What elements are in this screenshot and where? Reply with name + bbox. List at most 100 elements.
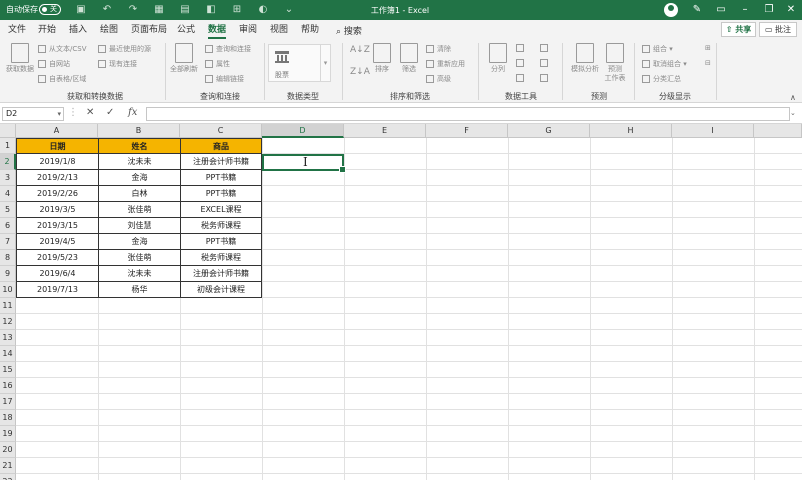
row-header-4[interactable]: 4 — [0, 186, 16, 202]
header-cell-date[interactable]: 日期 — [16, 138, 99, 154]
properties-button[interactable]: 属性 — [205, 59, 230, 69]
table-cell[interactable]: 杨华 — [98, 282, 181, 298]
row-header-15[interactable]: 15 — [0, 362, 16, 378]
flash-fill-button[interactable] — [516, 44, 527, 52]
row-header-7[interactable]: 7 — [0, 234, 16, 250]
collapse-ribbon-icon[interactable]: ∧ — [790, 93, 796, 102]
tab-file[interactable]: 文件 — [8, 23, 26, 37]
row-header-9[interactable]: 9 — [0, 266, 16, 282]
cancel-icon[interactable]: ✕ — [86, 107, 94, 118]
ungroup-button[interactable]: 取消组合 ▾ — [642, 59, 687, 69]
table-cell[interactable]: 沈未未 — [98, 154, 181, 170]
autosave-toggle[interactable]: 关 — [39, 4, 61, 15]
table-cell[interactable]: 2019/1/8 — [16, 154, 99, 170]
column-header-h[interactable]: H — [590, 124, 672, 138]
stocks-data-type[interactable]: 股票 ▾ — [268, 44, 331, 82]
tab-home[interactable]: 开始 — [38, 23, 56, 37]
advanced-button[interactable]: 高级 — [426, 74, 451, 84]
row-header-12[interactable]: 12 — [0, 314, 16, 330]
row-header-20[interactable]: 20 — [0, 442, 16, 458]
remove-duplicates-button[interactable] — [516, 59, 527, 67]
table-cell[interactable]: 沈未未 — [98, 266, 181, 282]
table-cell[interactable]: 刘佳慧 — [98, 218, 181, 234]
queries-connections-button[interactable]: 查询和连接 — [205, 44, 251, 54]
show-detail-icon[interactable]: ⊞ — [705, 44, 711, 52]
table-cell[interactable]: PPT书籍 — [180, 170, 262, 186]
table-cell[interactable]: 金海 — [98, 170, 181, 186]
save-icon[interactable]: ▣ — [74, 3, 88, 17]
header-cell-name[interactable]: 姓名 — [98, 138, 181, 154]
refresh-all-button[interactable]: 全部刷新 — [170, 43, 198, 74]
comments-button[interactable]: ▭ 批注 — [759, 22, 797, 37]
tab-help[interactable]: 帮助 — [301, 23, 319, 37]
table-cell[interactable]: 2019/3/15 — [16, 218, 99, 234]
row-header-18[interactable]: 18 — [0, 410, 16, 426]
table-cell[interactable]: 税务师课程 — [180, 218, 262, 234]
data-validation-button[interactable] — [516, 74, 527, 82]
qat-icon-3[interactable]: ◧ — [204, 3, 218, 17]
tab-data[interactable]: 数据 — [208, 23, 227, 39]
table-cell[interactable]: 2019/3/5 — [16, 202, 99, 218]
table-cell[interactable]: 2019/5/23 — [16, 250, 99, 266]
recent-sources-button[interactable]: 最近使用的源 — [98, 44, 151, 54]
search-box[interactable]: ⌕ 搜索 — [336, 24, 362, 37]
sort-az-button[interactable]: A↓Z — [350, 45, 370, 55]
table-cell[interactable]: 初级会计课程 — [180, 282, 262, 298]
row-header-6[interactable]: 6 — [0, 218, 16, 234]
row-header-2[interactable]: 2 — [0, 154, 16, 170]
restore-ribbon-icon[interactable]: ▭ — [712, 2, 730, 18]
qat-icon-5[interactable]: ◐ — [256, 3, 270, 17]
undo-icon[interactable]: ↶ — [100, 3, 114, 17]
insert-function-icon[interactable]: fx — [128, 107, 137, 118]
column-header-d[interactable]: D — [262, 124, 344, 138]
row-header-17[interactable]: 17 — [0, 394, 16, 410]
column-header-c[interactable]: C — [180, 124, 262, 138]
row-header-10[interactable]: 10 — [0, 282, 16, 298]
table-cell[interactable]: EXCEL课程 — [180, 202, 262, 218]
existing-connections-button[interactable]: 现有连接 — [98, 59, 137, 69]
row-header-1[interactable]: 1 — [0, 138, 16, 154]
table-cell[interactable]: 2019/2/13 — [16, 170, 99, 186]
qat-icon-4[interactable]: ⊞ — [230, 3, 244, 17]
data-model-button[interactable] — [540, 74, 551, 82]
pen-icon[interactable]: ✎ — [688, 2, 706, 18]
table-cell[interactable]: 注册会计师书籍 — [180, 154, 262, 170]
avatar[interactable] — [664, 3, 678, 17]
group-button[interactable]: 组合 ▾ — [642, 44, 673, 54]
row-header-19[interactable]: 19 — [0, 426, 16, 442]
filter-button[interactable]: 筛选 — [395, 43, 423, 74]
subtotal-button[interactable]: 分类汇总 — [642, 74, 681, 84]
tab-draw[interactable]: 绘图 — [100, 23, 118, 37]
tab-formulas[interactable]: 公式 — [177, 23, 195, 37]
from-table-button[interactable]: 自表格/区域 — [38, 74, 86, 84]
get-data-button[interactable]: 获取数据 — [6, 43, 34, 74]
select-all-corner[interactable] — [0, 124, 16, 138]
qat-icon-1[interactable]: ▦ — [152, 3, 166, 17]
reapply-button[interactable]: 重新应用 — [426, 59, 465, 69]
qat-icon-2[interactable]: ▤ — [178, 3, 192, 17]
table-cell[interactable]: PPT书籍 — [180, 186, 262, 202]
redo-icon[interactable]: ↷ — [126, 3, 140, 17]
table-cell[interactable]: 2019/4/5 — [16, 234, 99, 250]
table-cell[interactable]: 2019/7/13 — [16, 282, 99, 298]
worksheet-grid[interactable]: A B C D E F G H I 1 2 3 4 5 6 7 8 9 10 1… — [0, 124, 802, 480]
formula-input[interactable] — [146, 107, 790, 121]
column-header-b[interactable]: B — [98, 124, 180, 138]
from-web-button[interactable]: 自网站 — [38, 59, 70, 69]
share-button[interactable]: ⇧ 共享 — [721, 22, 756, 37]
row-header-16[interactable]: 16 — [0, 378, 16, 394]
column-header-i[interactable]: I — [672, 124, 754, 138]
header-cell-product[interactable]: 商品 — [180, 138, 262, 154]
chevron-down-icon[interactable]: ▾ — [57, 108, 61, 120]
what-if-analysis-button[interactable]: 模拟分析 — [568, 43, 602, 74]
tab-page-layout[interactable]: 页面布局 — [131, 23, 167, 37]
customize-qat-icon[interactable]: ⌄ — [282, 3, 296, 17]
from-text-button[interactable]: 从文本/CSV — [38, 44, 86, 54]
table-cell[interactable]: 白林 — [98, 186, 181, 202]
table-cell[interactable]: 张佳萌 — [98, 202, 181, 218]
tab-review[interactable]: 审阅 — [239, 23, 257, 37]
table-cell[interactable]: 张佳萌 — [98, 250, 181, 266]
enter-icon[interactable]: ✓ — [106, 107, 114, 118]
row-header-3[interactable]: 3 — [0, 170, 16, 186]
expand-formula-icon[interactable]: ⌄ — [790, 109, 796, 117]
